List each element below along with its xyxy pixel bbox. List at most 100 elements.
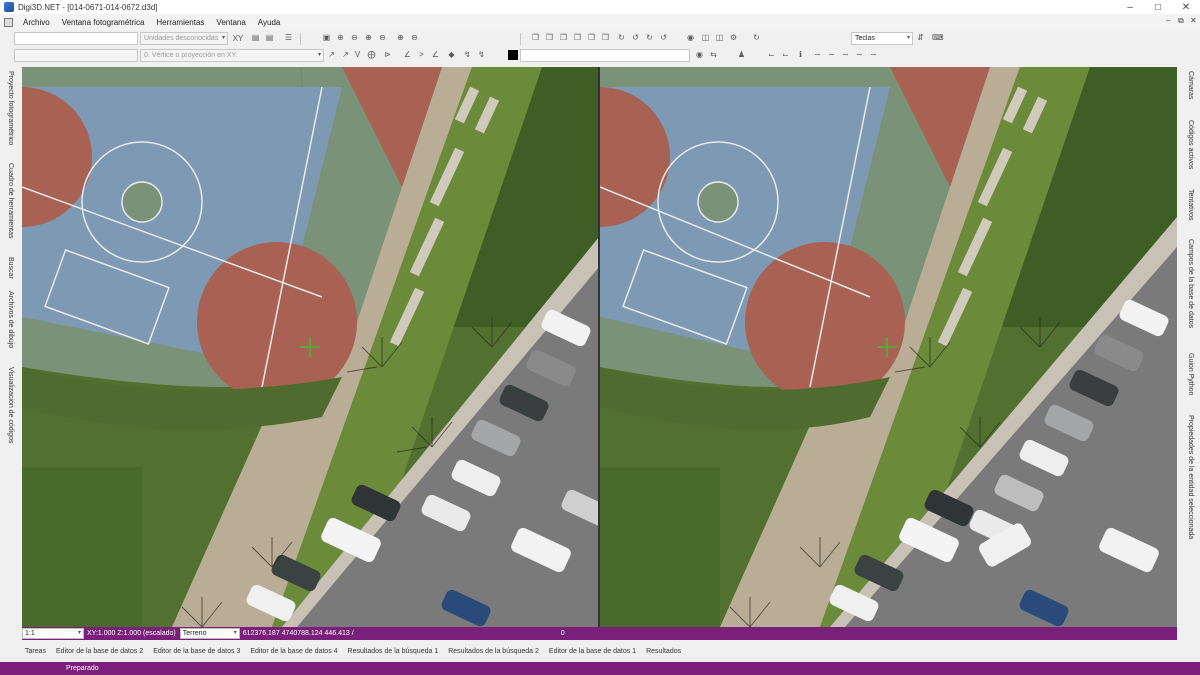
grid-icon[interactable]: ▤ bbox=[250, 32, 261, 43]
window-stereo-icon[interactable]: ❐ bbox=[572, 32, 583, 43]
tab-resultados-busqueda-1[interactable]: Resultados de la búsqueda 1 bbox=[343, 648, 444, 655]
person-icon[interactable]: ♟ bbox=[736, 49, 747, 60]
window-split-icon[interactable]: ❐ bbox=[558, 32, 569, 43]
scale-select[interactable]: 1:1 ▾ bbox=[22, 628, 84, 639]
window-tile-icon[interactable]: ❐ bbox=[530, 32, 541, 43]
tab-tareas[interactable]: Tareas bbox=[20, 648, 51, 655]
tab-editor-bd-4[interactable]: Editor de la base de datos 4 bbox=[245, 648, 342, 655]
rotate-icon[interactable]: ↻ bbox=[616, 32, 627, 43]
toolbar-top: Unidades desconocidas ▾ XY ▤ ▤ ☰ ▣ ⊕ ⊖ ⊕ … bbox=[0, 30, 1200, 47]
tab-codigos-activos[interactable]: Códigos activos bbox=[1187, 120, 1194, 169]
trim-icon[interactable]: ∼ bbox=[812, 49, 823, 60]
grid-alt-icon[interactable]: ▤ bbox=[264, 32, 275, 43]
tab-cuadro-herramientas[interactable]: Cuadro de herramientas bbox=[7, 163, 14, 239]
crosshair-icon[interactable]: ⨁ bbox=[366, 49, 377, 60]
arrow-tool-icon[interactable]: ↗ bbox=[326, 49, 337, 60]
tab-editor-bd-1[interactable]: Editor de la base de datos 1 bbox=[544, 648, 641, 655]
menu-ventana[interactable]: Ventana bbox=[210, 18, 251, 27]
tab-archivos-dibujo[interactable]: Archivos de dibujo bbox=[7, 291, 14, 348]
select-icon[interactable]: ▣ bbox=[321, 32, 332, 43]
vertex-select[interactable]: 0. Vértice o proyección en XY. ▾ bbox=[140, 49, 324, 62]
settings-icon[interactable]: ⚙ bbox=[728, 32, 739, 43]
mdi-minimize-icon[interactable]: – bbox=[1166, 16, 1170, 25]
title-bar: Digi3D.NET - [014-0671-014-0672.d3d] bbox=[0, 0, 1200, 14]
join-icon[interactable]: ∼ bbox=[854, 49, 865, 60]
menu-archivo[interactable]: Archivo bbox=[17, 18, 56, 27]
tab-editor-bd-3[interactable]: Editor de la base de datos 3 bbox=[148, 648, 245, 655]
bottom-tabs: Tareas Editor de la base de datos 2 Edit… bbox=[0, 642, 1200, 660]
viewport-status-strip: 1:1 ▾ XY:1.000 Z:1.000 (escalado) Terreno… bbox=[22, 627, 1177, 640]
zoom-extents-icon[interactable]: ⊖ bbox=[377, 32, 388, 43]
entity-input[interactable] bbox=[14, 49, 138, 62]
mdi-close-icon[interactable]: ✕ bbox=[1190, 16, 1197, 25]
tab-guion-python[interactable]: Guion Python bbox=[1187, 353, 1194, 395]
zoom-previous-icon[interactable]: ⊕ bbox=[395, 32, 406, 43]
zoom-in-icon[interactable]: ⊕ bbox=[335, 32, 346, 43]
anaglyph-icon[interactable]: ◫ bbox=[714, 32, 725, 43]
flip-back-icon[interactable]: ↺ bbox=[658, 32, 669, 43]
curve-icon[interactable]: ↯ bbox=[462, 49, 473, 60]
stereo-toggle-icon[interactable]: ◫ bbox=[700, 32, 711, 43]
tab-resultados[interactable]: Resultados bbox=[641, 648, 686, 655]
status-text: Preparado bbox=[66, 665, 99, 672]
rotate-back-icon[interactable]: ↺ bbox=[630, 32, 641, 43]
menu-herramientas[interactable]: Herramientas bbox=[150, 18, 210, 27]
polyline-icon[interactable]: ∠ bbox=[402, 49, 413, 60]
zoom-out-icon[interactable]: ⊖ bbox=[349, 32, 360, 43]
tab-resultados-busqueda-2[interactable]: Resultados de la búsqueda 2 bbox=[443, 648, 544, 655]
search-binocular-icon[interactable]: ◉ bbox=[694, 49, 705, 60]
vertical-tool-icon[interactable]: V bbox=[352, 49, 363, 60]
zoom-next-icon[interactable]: ⊖ bbox=[409, 32, 420, 43]
minimize-icon[interactable]: – bbox=[1116, 0, 1144, 14]
zoom-window-icon[interactable]: ⊕ bbox=[363, 32, 374, 43]
tab-tentativos[interactable]: Tentativos bbox=[1187, 189, 1194, 221]
line-icon[interactable]: > bbox=[416, 49, 427, 60]
color-field[interactable] bbox=[520, 49, 690, 62]
tab-editor-bd-2[interactable]: Editor de la base de datos 2 bbox=[51, 648, 148, 655]
stereo-view-right[interactable] bbox=[600, 67, 1177, 627]
measure-icon[interactable]: ⌙ bbox=[766, 49, 777, 60]
point-icon[interactable]: ◆ bbox=[446, 49, 457, 60]
close-icon[interactable]: ✕ bbox=[1172, 0, 1200, 14]
tab-buscar[interactable]: Buscar bbox=[7, 257, 14, 279]
info-icon[interactable]: ℹ bbox=[795, 49, 806, 60]
menu-ayuda[interactable]: Ayuda bbox=[252, 18, 287, 27]
tab-propiedades-entidad[interactable]: Propiedades de la entidad seleccionada bbox=[1187, 415, 1194, 539]
keys-select[interactable]: Teclas ▾ bbox=[851, 32, 913, 45]
break-icon[interactable]: ∼ bbox=[840, 49, 851, 60]
keyboard-config-icon[interactable]: ⇵ bbox=[915, 32, 926, 43]
mode-select[interactable]: Terreno ▾ bbox=[179, 628, 240, 639]
fillet-icon[interactable]: ∼ bbox=[868, 49, 879, 60]
window-cascade-icon[interactable]: ❐ bbox=[544, 32, 555, 43]
window-left-icon[interactable]: ❐ bbox=[586, 32, 597, 43]
stereo-view-left[interactable] bbox=[22, 67, 599, 627]
window-right-icon[interactable]: ❐ bbox=[600, 32, 611, 43]
flip-icon[interactable]: ↻ bbox=[644, 32, 655, 43]
measure-alt-icon[interactable]: ⌙ bbox=[780, 49, 791, 60]
binocular-icon[interactable]: ◉ bbox=[685, 32, 696, 43]
cursor-tool-icon[interactable]: ↗ bbox=[340, 49, 351, 60]
arc-icon[interactable]: ∠ bbox=[430, 49, 441, 60]
left-dock: Proyecto fotogramétrico Cuadro de herram… bbox=[0, 67, 20, 627]
app-icon bbox=[4, 2, 14, 12]
maximize-icon[interactable]: □ bbox=[1144, 0, 1172, 14]
tab-visualizacion-codigos[interactable]: Visualización de códigos bbox=[7, 367, 14, 444]
xy-button[interactable]: XY bbox=[231, 33, 245, 44]
document-icon[interactable] bbox=[4, 17, 13, 27]
tab-proyecto-fotogrametrico[interactable]: Proyecto fotogramétrico bbox=[7, 71, 14, 145]
units-select[interactable]: Unidades desconocidas ▾ bbox=[140, 32, 228, 45]
snap-icon[interactable]: ⊳ bbox=[382, 49, 393, 60]
mdi-restore-icon[interactable]: ⧉ bbox=[1178, 16, 1184, 26]
extend-icon[interactable]: ∼ bbox=[826, 49, 837, 60]
list-icon[interactable]: ☰ bbox=[283, 32, 294, 43]
link-icon[interactable]: ⇆ bbox=[708, 49, 719, 60]
xy-scale-info: XY:1.000 Z:1.000 (escalado) bbox=[87, 630, 176, 637]
color-swatch[interactable] bbox=[508, 50, 518, 60]
curve-alt-icon[interactable]: ↯ bbox=[476, 49, 487, 60]
code-input[interactable] bbox=[14, 32, 138, 45]
menu-ventana-fotogrametrica[interactable]: Ventana fotogramétrica bbox=[56, 18, 151, 27]
tab-camaras[interactable]: Cámaras bbox=[1187, 71, 1194, 99]
tab-campos-base-datos[interactable]: Campos de la base de datos bbox=[1187, 239, 1194, 328]
refresh-icon[interactable]: ↻ bbox=[751, 32, 762, 43]
keyboard-icon[interactable]: ⌨ bbox=[932, 32, 944, 43]
